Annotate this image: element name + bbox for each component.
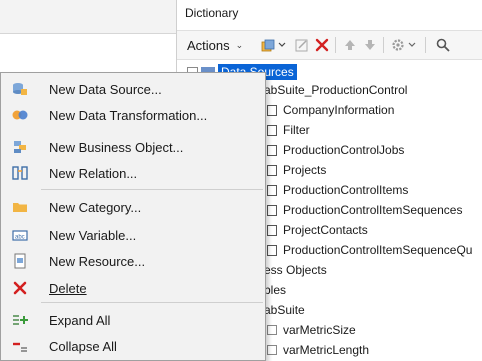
menu-item-label: New Variable... — [49, 227, 137, 243]
table-icon — [267, 164, 277, 176]
tree-item[interactable]: ProjectContacts — [267, 220, 368, 240]
tree-item-label: ProductionControlItemSequenceQu — [283, 243, 473, 257]
menu-separator — [41, 302, 263, 303]
menu-item-new-business-object[interactable]: New Business Object... — [3, 134, 263, 160]
chevron-down-icon: ⌄ — [235, 39, 244, 50]
tree-item[interactable]: ProductionControlItemSequences — [267, 200, 462, 220]
context-menu: New Data Source... New Data Transformati… — [0, 72, 266, 361]
folder-icon — [11, 199, 29, 215]
tree-item-label: abSuite_ProductionControl — [264, 83, 408, 97]
tree-item-label: Filter — [283, 123, 310, 137]
move-down-icon[interactable] — [361, 31, 379, 59]
tree-item-label: abSuite — [264, 303, 305, 317]
data-transformation-icon — [11, 107, 29, 123]
tree-item-label: varMetricSize — [283, 323, 356, 337]
tree-item-label: ProductionControlItemSequences — [283, 203, 463, 217]
collapse-all-icon — [11, 338, 29, 354]
move-up-icon[interactable] — [341, 31, 359, 59]
tree-item[interactable]: Projects — [267, 160, 326, 180]
menu-separator — [41, 189, 263, 190]
tree-item[interactable]: Filter — [267, 120, 310, 140]
business-object-icon — [11, 139, 29, 155]
variable-icon — [267, 345, 277, 355]
delete-toolbar-icon[interactable] — [313, 31, 331, 59]
toolbar-separator — [383, 37, 384, 53]
menu-item-expand-all[interactable]: Expand All — [3, 307, 263, 333]
menu-item-label: New Business Object... — [49, 139, 184, 155]
menu-item-label: Collapse All — [49, 338, 117, 354]
new-data-icon — [261, 39, 286, 52]
menu-item-new-variable[interactable]: abc New Variable... — [3, 222, 263, 248]
settings-dropdown[interactable] — [389, 31, 421, 59]
actions-dropdown[interactable]: Actions ⌄ — [187, 31, 243, 59]
menu-item-label: Delete — [49, 280, 87, 296]
tree-item-label: bles — [264, 283, 287, 297]
menu-item-label: New Category... — [49, 199, 142, 215]
dictionary-toolbar: Actions ⌄ — [177, 30, 482, 60]
variable-icon — [267, 325, 277, 335]
tree-item[interactable]: ProductionControlItemSequenceQu — [267, 240, 472, 260]
table-icon — [267, 204, 277, 216]
menu-item-new-data-source[interactable]: New Data Source... — [3, 76, 263, 102]
menu-item-new-category[interactable]: New Category... — [3, 194, 263, 220]
svg-text:abc: abc — [15, 235, 25, 241]
table-icon — [267, 104, 277, 116]
tree-item[interactable]: CompanyInformation — [267, 100, 394, 120]
table-icon — [267, 184, 277, 196]
tree-item-label: CompanyInformation — [283, 103, 395, 117]
tree-item[interactable]: abSuite_ProductionControl — [264, 80, 407, 100]
menu-item-label: New Data Transformation... — [49, 107, 208, 123]
menu-item-label: New Data Source... — [49, 81, 162, 97]
menu-item-label: New Resource... — [49, 253, 146, 269]
tree-item[interactable]: ProductionControlJobs — [267, 140, 404, 160]
menu-item-label: Expand All — [49, 312, 111, 328]
table-icon — [267, 244, 277, 256]
tree-item-label: ProductionControlItems — [283, 183, 409, 197]
menu-item-new-resource[interactable]: New Resource... — [3, 248, 263, 274]
toolbar-separator — [425, 37, 426, 53]
panel-title: Dictionary — [185, 6, 239, 20]
actions-label: Actions — [187, 37, 230, 53]
tree-item[interactable]: abSuite — [264, 300, 305, 320]
tree-item-label: ProductionControlJobs — [283, 143, 405, 157]
resource-icon — [11, 253, 29, 269]
tree-item[interactable]: ess Objects — [264, 260, 327, 280]
gear-icon — [392, 39, 416, 51]
tree-item-label: ess Objects — [264, 263, 327, 277]
variable-icon: abc — [11, 227, 29, 243]
tree-item[interactable]: ProductionControlItems — [267, 180, 408, 200]
table-icon — [267, 224, 277, 236]
designer-header-area — [0, 0, 176, 34]
relation-icon — [11, 165, 29, 181]
table-icon — [267, 144, 277, 156]
tree-item[interactable]: varMetricSize — [267, 320, 356, 340]
edit-icon[interactable] — [293, 31, 311, 59]
menu-item-label: New Relation... — [49, 165, 138, 181]
menu-item-delete[interactable]: Delete — [3, 275, 263, 301]
menu-item-collapse-all[interactable]: Collapse All — [3, 333, 263, 359]
tree-item-label: Projects — [283, 163, 327, 177]
delete-icon — [11, 280, 29, 296]
data-source-icon — [11, 81, 29, 97]
tree-item[interactable]: bles — [264, 280, 286, 300]
new-item-button[interactable] — [257, 31, 291, 59]
menu-item-new-data-transformation[interactable]: New Data Transformation... — [3, 102, 263, 128]
tree-item-label: ProjectContacts — [283, 223, 368, 237]
search-icon[interactable] — [431, 31, 455, 59]
expand-all-icon — [11, 312, 29, 328]
menu-item-new-relation[interactable]: New Relation... — [3, 160, 263, 186]
table-icon — [267, 124, 277, 136]
toolbar-separator — [335, 37, 336, 53]
tree-item[interactable]: varMetricLength — [267, 340, 369, 360]
tree-item-label: varMetricLength — [283, 343, 370, 357]
